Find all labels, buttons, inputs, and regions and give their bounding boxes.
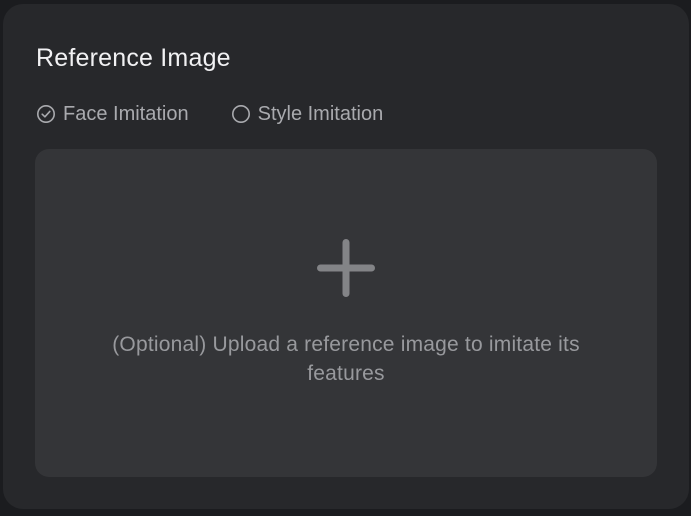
reference-image-panel: Reference Image Face Imitation Style Imi… — [3, 4, 689, 509]
style-imitation-label: Style Imitation — [257, 103, 384, 125]
upload-hint: (Optional) Upload a reference image to i… — [112, 333, 580, 385]
plus-icon[interactable] — [317, 239, 375, 297]
empty-circle-icon[interactable] — [231, 104, 251, 124]
panel-title: Reference Image — [36, 44, 231, 72]
style-imitation-option[interactable]: Style Imitation — [231, 100, 384, 128]
reference-image-upload-area[interactable]: (Optional) Upload a reference image to i… — [35, 149, 657, 477]
imitation-options: Face Imitation Style Imitation — [36, 100, 383, 128]
check-circle-icon[interactable] — [36, 104, 56, 124]
face-imitation-label: Face Imitation — [63, 103, 189, 125]
face-imitation-option[interactable]: Face Imitation — [36, 100, 189, 128]
